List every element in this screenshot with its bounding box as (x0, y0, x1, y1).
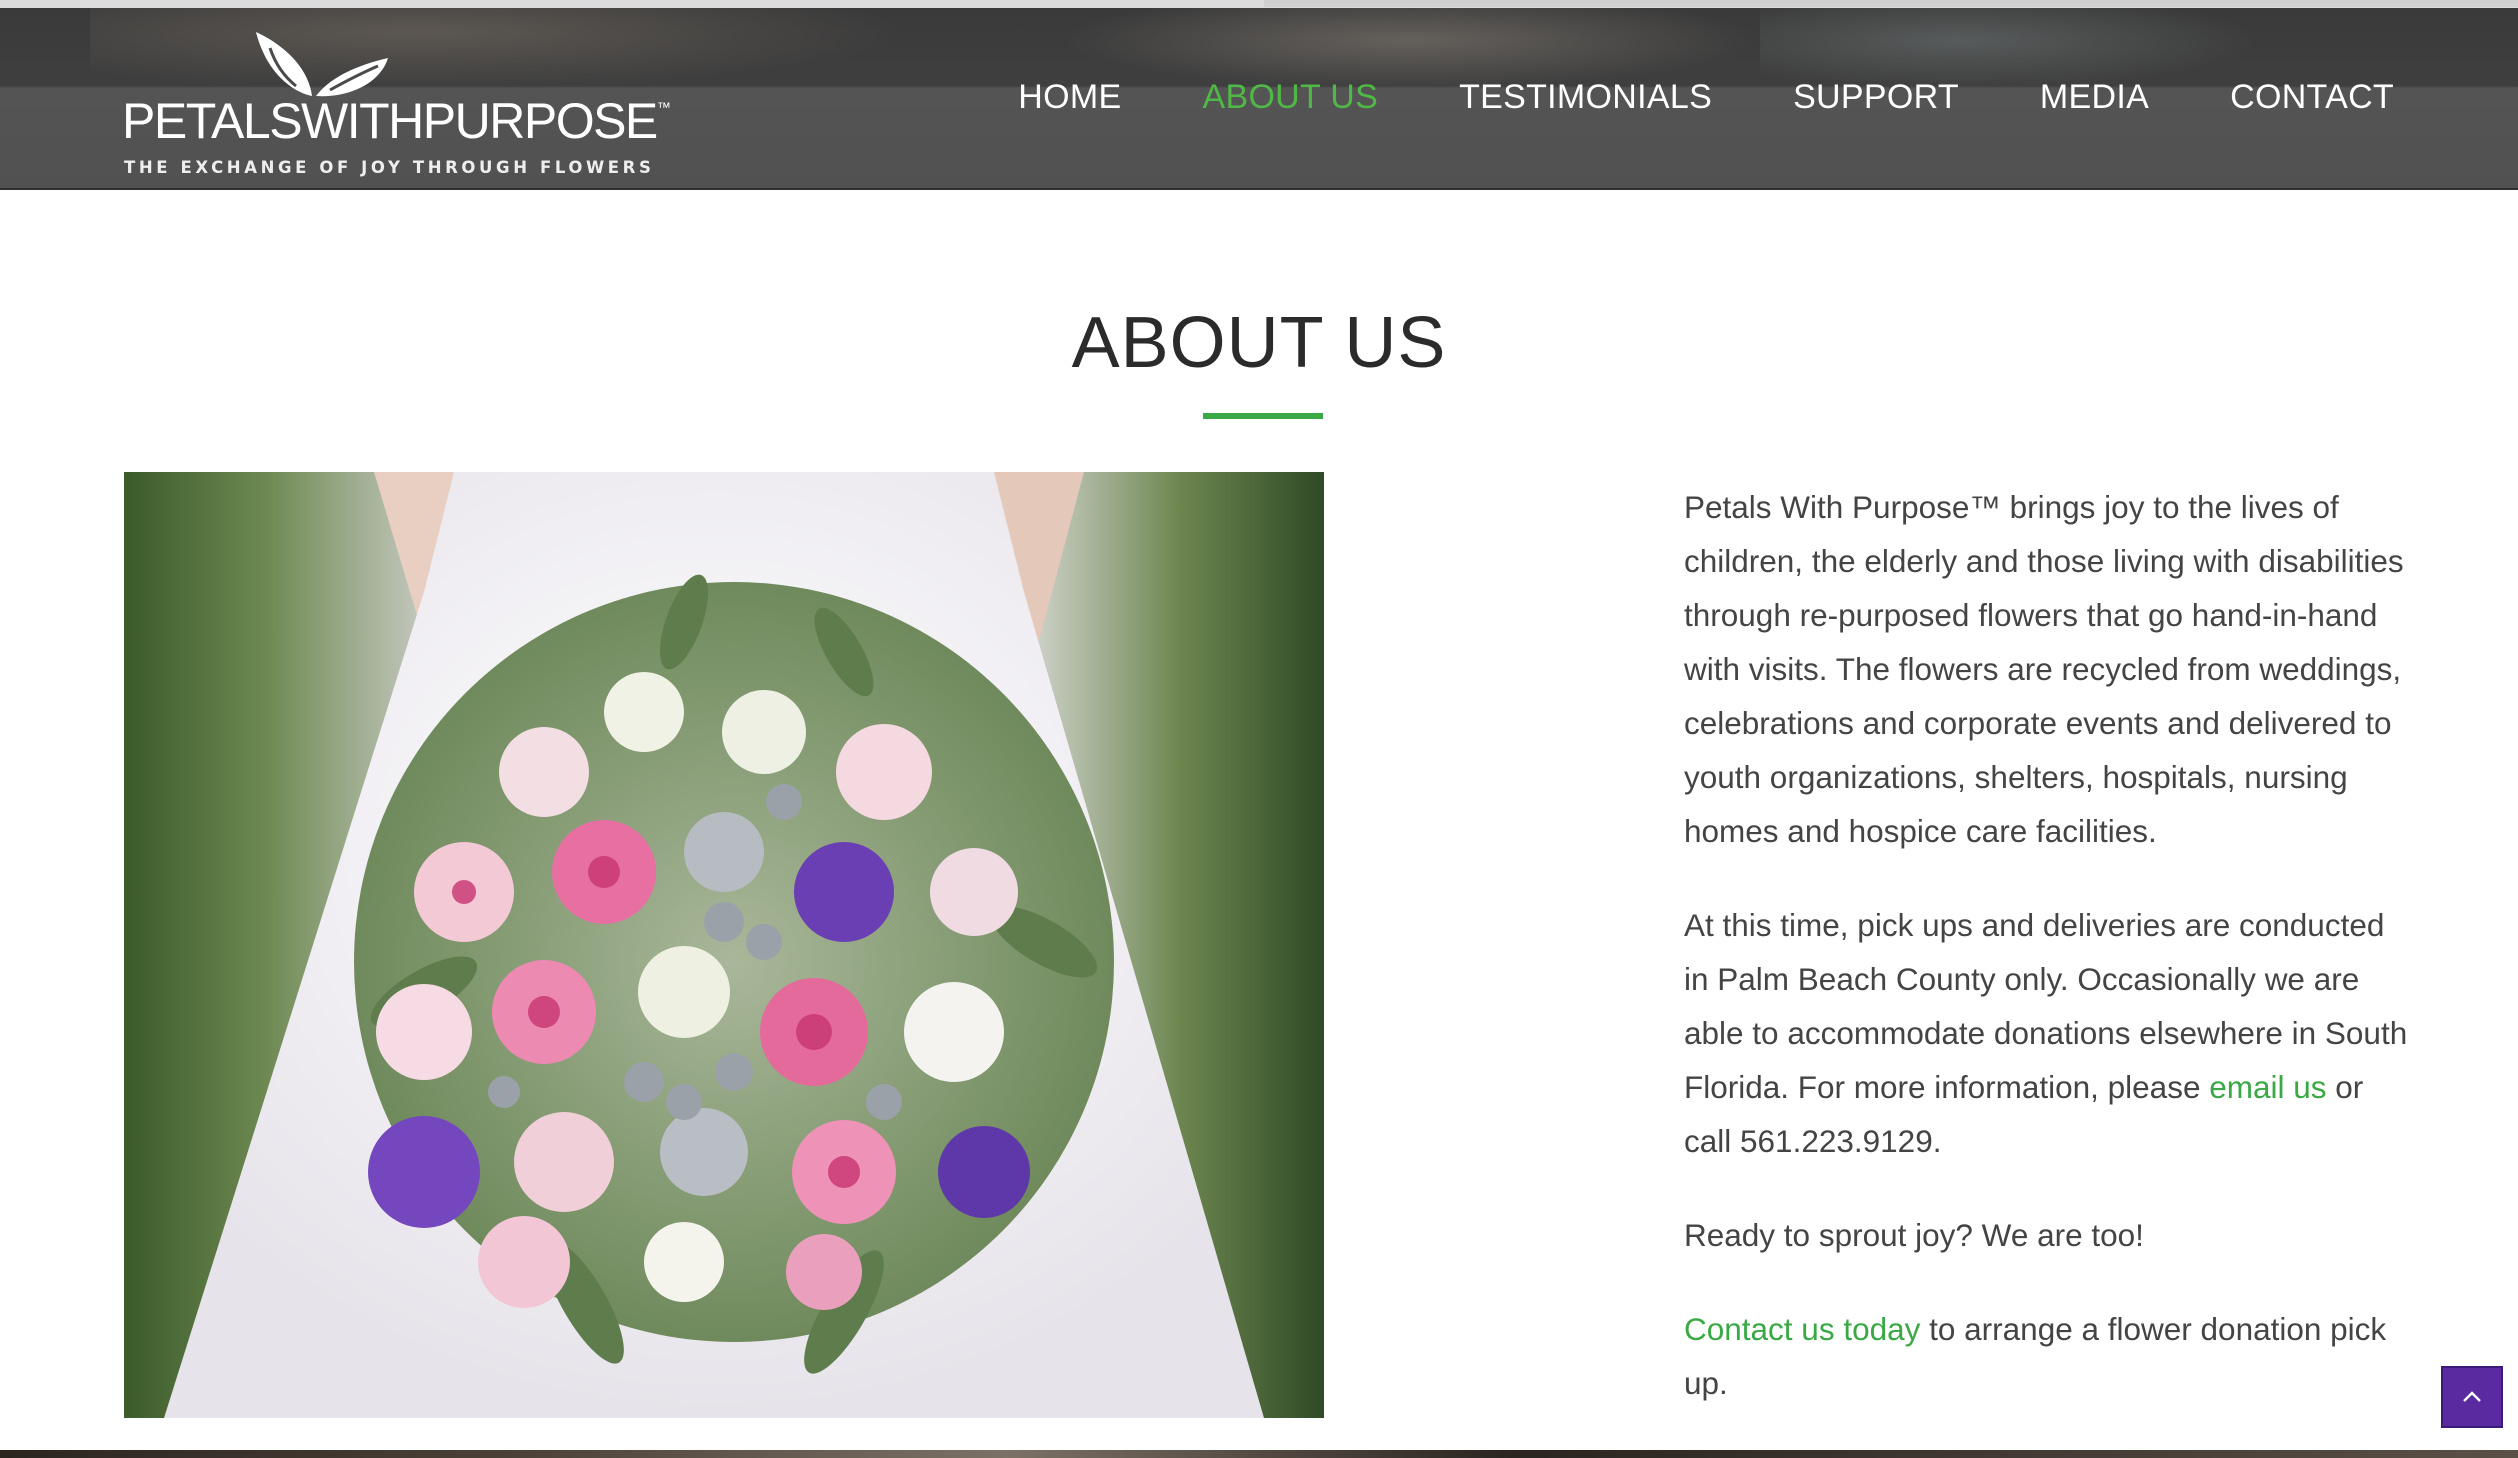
about-content: Petals With Purpose™ brings joy to the l… (1684, 480, 2414, 1450)
logo-tagline: THE EXCHANGE OF JOY THROUGH FLOWERS (124, 158, 655, 177)
top-strip-segment (1264, 0, 2518, 7)
header-background-blur (1760, 8, 2260, 88)
contact-us-today-link[interactable]: Contact us today (1684, 1311, 1920, 1347)
nav-support[interactable]: SUPPORT (1793, 78, 1959, 117)
email-us-link[interactable]: email us (2209, 1069, 2326, 1105)
back-to-top-button[interactable] (2441, 1366, 2503, 1428)
main-nav: HOME ABOUT US TESTIMONIALS SUPPORT MEDIA… (937, 78, 2394, 117)
nav-contact[interactable]: CONTACT (2230, 78, 2394, 117)
page-title: ABOUT US (1071, 303, 1447, 383)
logo-wordmark: PETALSWITHPURPOSE™ (122, 93, 671, 149)
nav-home[interactable]: HOME (1018, 78, 1121, 117)
site-header: PETALSWITHPURPOSE™ THE EXCHANGE OF JOY T… (0, 8, 2518, 190)
bouquet-illustration (164, 472, 1264, 1418)
about-paragraph-1: Petals With Purpose™ brings joy to the l… (1684, 489, 2404, 849)
petals-leaf-icon (256, 32, 388, 97)
header-background-blur (1060, 8, 1760, 88)
bouquet-image (124, 472, 1324, 1418)
nav-media[interactable]: MEDIA (2040, 78, 2149, 117)
nav-about-us[interactable]: ABOUT US (1202, 78, 1378, 117)
logo-trademark: ™ (656, 99, 671, 115)
page-bottom-strip (0, 1450, 2518, 1458)
about-paragraph-3: Ready to sprout joy? We are too! (1684, 1217, 2144, 1253)
about-paragraph-2: At this time, pick ups and deliveries ar… (1684, 898, 2414, 1168)
nav-testimonials[interactable]: TESTIMONIALS (1459, 78, 1712, 117)
site-logo[interactable]: PETALSWITHPURPOSE™ THE EXCHANGE OF JOY T… (122, 26, 671, 186)
chevron-up-icon (2463, 1391, 2481, 1402)
title-underline (1203, 413, 1323, 419)
about-paragraph-4: Contact us today to arrange a flower don… (1684, 1302, 2414, 1410)
